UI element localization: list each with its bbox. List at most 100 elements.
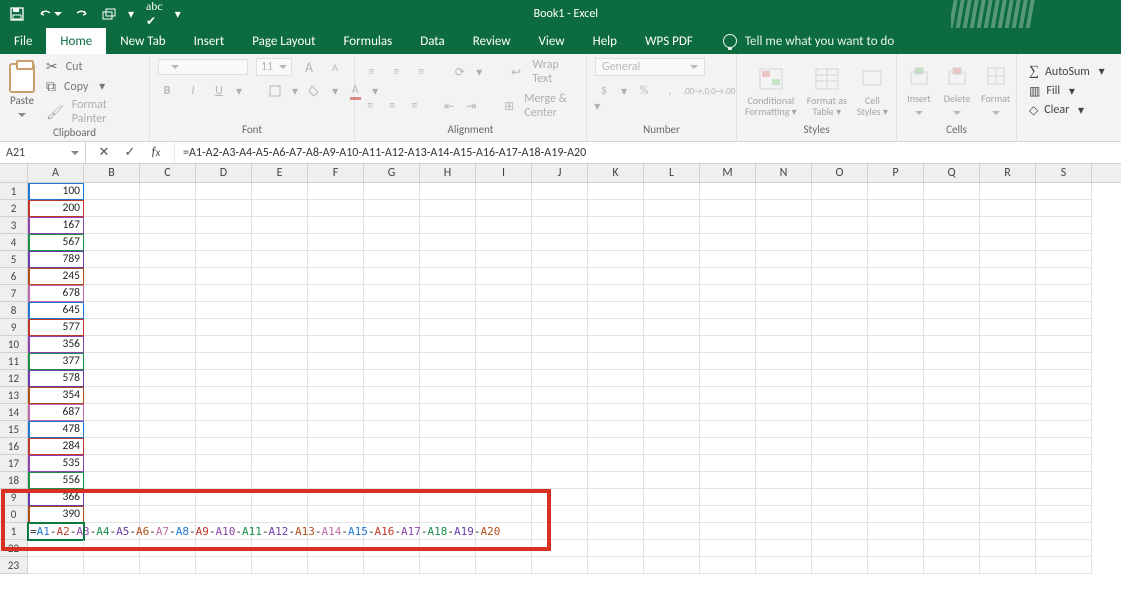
cell[interactable] <box>364 557 420 574</box>
cell[interactable] <box>476 489 532 506</box>
cell[interactable] <box>532 319 588 336</box>
tab-wps-pdf[interactable]: WPS PDF <box>631 28 707 54</box>
cell[interactable] <box>644 540 700 557</box>
cell[interactable] <box>364 540 420 557</box>
cell[interactable] <box>252 506 308 523</box>
cell[interactable] <box>420 387 476 404</box>
cell[interactable] <box>588 455 644 472</box>
cell[interactable] <box>476 404 532 421</box>
cell[interactable] <box>364 336 420 353</box>
cell[interactable] <box>364 506 420 523</box>
cell[interactable] <box>84 455 140 472</box>
cell[interactable] <box>532 489 588 506</box>
cell[interactable] <box>588 472 644 489</box>
cell[interactable] <box>756 455 812 472</box>
cell[interactable] <box>700 421 756 438</box>
cell[interactable] <box>1036 319 1092 336</box>
cell[interactable] <box>252 404 308 421</box>
cell[interactable] <box>588 234 644 251</box>
cell[interactable] <box>644 506 700 523</box>
cell[interactable] <box>588 404 644 421</box>
cell[interactable] <box>924 472 980 489</box>
tab-help[interactable]: Help <box>579 28 631 54</box>
cell[interactable] <box>644 404 700 421</box>
cell[interactable] <box>868 472 924 489</box>
cell[interactable] <box>420 489 476 506</box>
cell[interactable] <box>756 472 812 489</box>
formula-bar[interactable]: =A1-A2-A3-A4-A5-A6-A7-A8-A9-A10-A11-A12-… <box>175 142 1121 163</box>
cell[interactable] <box>420 200 476 217</box>
cell[interactable] <box>812 455 868 472</box>
border-button[interactable] <box>266 82 284 100</box>
cell[interactable]: 556 <box>28 472 84 489</box>
format-as-table-button[interactable]: Format asTable ▾ <box>807 65 847 117</box>
cell[interactable] <box>252 387 308 404</box>
cell[interactable] <box>252 183 308 200</box>
cell[interactable] <box>756 268 812 285</box>
cell[interactable] <box>420 421 476 438</box>
row-header[interactable]: 14 <box>0 404 28 421</box>
cell[interactable] <box>1036 455 1092 472</box>
cell[interactable] <box>924 438 980 455</box>
tab-page-layout[interactable]: Page Layout <box>238 28 329 54</box>
cell[interactable] <box>84 438 140 455</box>
cell[interactable] <box>868 523 924 540</box>
cell[interactable] <box>924 455 980 472</box>
cell[interactable]: 284 <box>28 438 84 455</box>
cell[interactable] <box>924 234 980 251</box>
cell[interactable] <box>756 540 812 557</box>
cell[interactable] <box>252 489 308 506</box>
cell[interactable] <box>532 557 588 574</box>
column-header[interactable]: C <box>140 164 196 182</box>
cell[interactable] <box>980 472 1036 489</box>
cell[interactable] <box>700 302 756 319</box>
cell[interactable]: 578 <box>28 370 84 387</box>
cell[interactable] <box>420 234 476 251</box>
cell[interactable] <box>532 268 588 285</box>
cell[interactable] <box>924 200 980 217</box>
cell[interactable] <box>812 285 868 302</box>
cell[interactable] <box>84 540 140 557</box>
cell[interactable] <box>476 557 532 574</box>
cell[interactable] <box>420 302 476 319</box>
cell[interactable] <box>476 540 532 557</box>
cell[interactable] <box>980 285 1036 302</box>
cell[interactable] <box>868 438 924 455</box>
cell[interactable] <box>140 404 196 421</box>
cell[interactable] <box>476 455 532 472</box>
cell[interactable] <box>588 217 644 234</box>
cell[interactable] <box>532 370 588 387</box>
cell[interactable] <box>812 302 868 319</box>
cell[interactable] <box>812 557 868 574</box>
cell[interactable] <box>532 353 588 370</box>
cell[interactable] <box>308 472 364 489</box>
cell[interactable] <box>84 251 140 268</box>
cell[interactable] <box>476 234 532 251</box>
redo-icon[interactable] <box>74 8 90 20</box>
cell[interactable] <box>980 421 1036 438</box>
cell[interactable]: 366 <box>28 489 84 506</box>
column-header[interactable]: L <box>644 164 700 182</box>
cell[interactable] <box>196 268 252 285</box>
cell[interactable] <box>700 472 756 489</box>
cell[interactable] <box>588 387 644 404</box>
cell[interactable] <box>196 506 252 523</box>
row-header[interactable]: 3 <box>0 217 28 234</box>
copy-button[interactable]: ⧉Copy ▾ <box>46 78 141 95</box>
cell[interactable] <box>476 319 532 336</box>
cell[interactable] <box>84 489 140 506</box>
cell[interactable] <box>924 523 980 540</box>
clear-button[interactable]: ◇Clear ▾ <box>1029 103 1105 118</box>
cell[interactable] <box>924 302 980 319</box>
cell[interactable] <box>252 421 308 438</box>
cell[interactable] <box>644 353 700 370</box>
cell[interactable] <box>756 370 812 387</box>
cell[interactable] <box>532 217 588 234</box>
cell[interactable]: 200 <box>28 200 84 217</box>
cell[interactable] <box>532 421 588 438</box>
cell[interactable] <box>84 353 140 370</box>
spreadsheet[interactable]: ABCDEFGHIJKLMNOPQRS 11002200316745675789… <box>0 164 1121 589</box>
cell[interactable]: 100 <box>28 183 84 200</box>
column-header[interactable]: G <box>364 164 420 182</box>
cell[interactable] <box>364 302 420 319</box>
